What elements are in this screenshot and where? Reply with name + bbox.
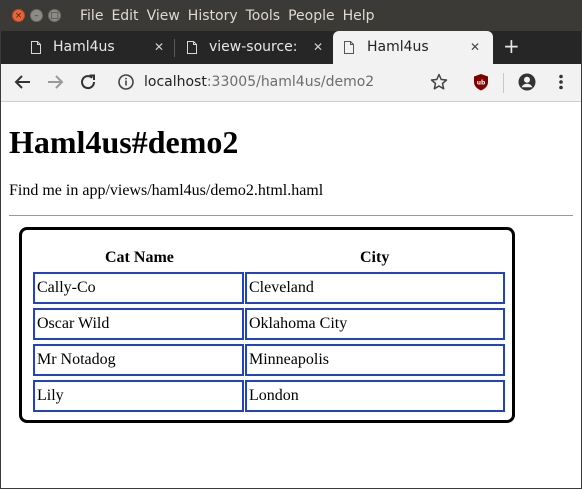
menu-bar: × – □ File Edit View History Tools Peopl… [1, 1, 581, 31]
cell-city: London [245, 380, 505, 412]
tab-haml4us[interactable]: Haml4us ✕ [1, 31, 173, 64]
url-host: localhost [144, 74, 207, 90]
tab-label: Haml4us [53, 39, 115, 55]
cell-cat-name: Oscar Wild [33, 308, 244, 340]
tab-haml4us-active[interactable]: Haml4us ✕ [333, 31, 493, 64]
page-content: Haml4us#demo2 Find me in app/views/haml4… [1, 102, 581, 488]
maximize-window-icon[interactable]: □ [48, 9, 61, 22]
tab-close-icon[interactable]: ✕ [151, 39, 167, 55]
cell-cat-name: Cally-Co [33, 272, 244, 304]
document-icon [31, 41, 41, 54]
menu-edit[interactable]: Edit [111, 1, 138, 31]
tab-label: Haml4us [367, 39, 429, 55]
account-icon[interactable] [516, 71, 538, 93]
url-path: :33005/haml4us/demo2 [206, 74, 375, 90]
cell-cat-name: Lily [33, 380, 244, 412]
header-cat-name: Cat Name [105, 249, 174, 266]
menu-history[interactable]: History [188, 1, 238, 31]
menu-file[interactable]: File [80, 1, 103, 31]
ublock-origin-icon[interactable]: ub [470, 71, 492, 93]
menu-view[interactable]: View [147, 1, 180, 31]
tab-view-source[interactable]: view-source:lo ✕ [175, 31, 333, 64]
page-heading: Haml4us#demo2 [9, 124, 239, 160]
address-bar[interactable]: localhost:33005/haml4us/demo2 [144, 64, 374, 101]
tab-label: view-source:lo [209, 39, 297, 55]
header-city: City [360, 249, 390, 266]
cell-cat-name: Mr Notadog [33, 344, 244, 376]
horizontal-rule [9, 215, 573, 216]
bookmark-star-icon[interactable] [428, 71, 450, 93]
new-tab-icon[interactable]: + [503, 36, 520, 56]
view-path-note: Find me in app/views/haml4us/demo2.html.… [9, 182, 324, 199]
tab-strip: Haml4us ✕ view-source:lo ✕ Haml4us ✕ [1, 31, 581, 64]
tab-close-icon[interactable]: ✕ [310, 39, 326, 55]
back-arrow-icon[interactable] [12, 71, 34, 93]
cell-city: Minneapolis [245, 344, 505, 376]
cell-city: Oklahoma City [245, 308, 505, 340]
tab-close-icon[interactable]: ✕ [467, 39, 483, 55]
menu-help[interactable]: Help [343, 1, 375, 31]
document-icon [344, 41, 354, 54]
menu-tools[interactable]: Tools [246, 1, 281, 31]
close-window-icon[interactable]: × [12, 9, 25, 22]
document-icon [187, 41, 197, 54]
menu-items: File Edit View History Tools People Help [80, 1, 383, 31]
cats-table: Cat Name City Cally-Co Cleveland Oscar W… [19, 227, 515, 423]
site-info-icon[interactable] [115, 71, 137, 93]
cell-city: Cleveland [245, 272, 505, 304]
toolbar-separator [503, 73, 504, 93]
browser-window: × – □ File Edit View History Tools Peopl… [0, 0, 582, 489]
more-menu-icon[interactable] [550, 71, 572, 93]
minimize-window-icon[interactable]: – [30, 9, 43, 22]
navigation-toolbar: localhost:33005/haml4us/demo2 ub [1, 64, 581, 102]
svg-text:ub: ub [477, 80, 486, 87]
forward-arrow-icon[interactable] [44, 71, 66, 93]
reload-icon[interactable] [77, 71, 99, 93]
menu-people[interactable]: People [288, 1, 335, 31]
